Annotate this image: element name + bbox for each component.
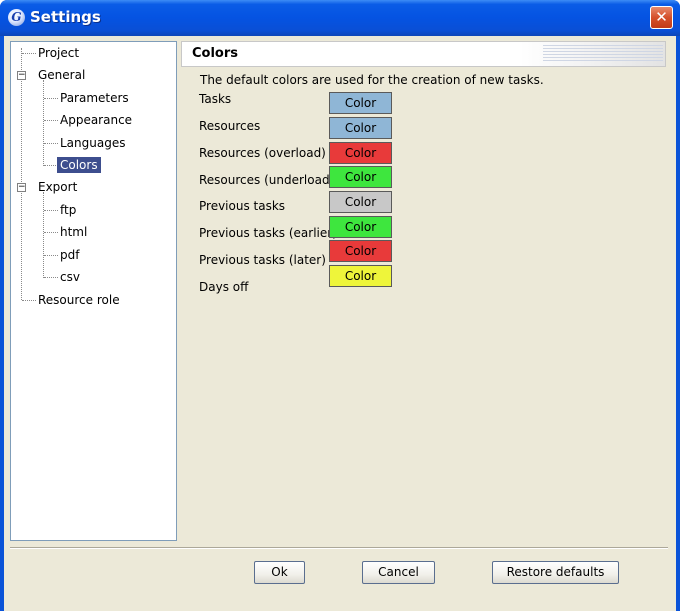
color-button-tasks[interactable]: Color: [329, 92, 392, 114]
tree-item-general[interactable]: General: [38, 66, 85, 84]
tree-line-general: [43, 80, 44, 166]
collapse-export-icon[interactable]: −: [17, 183, 26, 192]
app-icon: G: [8, 9, 25, 26]
tree-item-parameters[interactable]: Parameters: [60, 89, 129, 107]
tree-item-csv[interactable]: csv: [60, 268, 80, 286]
panel-header: Colors: [181, 41, 666, 67]
tree-line: [44, 120, 58, 121]
tree-item-colors[interactable]: Colors: [57, 156, 101, 174]
tree-line: [22, 300, 36, 301]
panel-title: Colors: [192, 46, 239, 61]
colors-panel: Colors The default colors are used for t…: [181, 41, 666, 541]
tree-line: [44, 255, 58, 256]
tree-item-export[interactable]: Export: [38, 178, 77, 196]
tree-line: [44, 210, 58, 211]
title-bar[interactable]: G Settings ✕: [0, 0, 680, 36]
color-button-previous-tasks-later[interactable]: Color: [329, 240, 392, 262]
color-label-resources-underload: Resources (underload): [199, 173, 335, 187]
color-button-resources[interactable]: Color: [329, 117, 392, 139]
tree-item-languages[interactable]: Languages: [60, 134, 125, 152]
header-decoration: [543, 45, 663, 63]
tree-item-appearance[interactable]: Appearance: [60, 111, 132, 129]
tree-line: [44, 143, 58, 144]
tree-line: [44, 232, 58, 233]
tree-line: [22, 53, 36, 54]
color-label-days-off: Days off: [199, 280, 249, 294]
tree-line: [44, 98, 58, 99]
button-bar-separator: [10, 547, 668, 549]
cancel-button[interactable]: Cancel: [362, 561, 435, 584]
tree-line-root: [21, 48, 22, 300]
color-button-resources-underload[interactable]: Color: [329, 166, 392, 188]
tree-item-label: html: [60, 225, 88, 239]
tree-item-html[interactable]: html: [60, 223, 87, 241]
tree-item-pdf[interactable]: pdf: [60, 246, 79, 264]
close-button[interactable]: ✕: [650, 6, 673, 29]
color-button-previous-tasks-earlier[interactable]: Color: [329, 216, 392, 238]
tree-item-label: Parameters: [60, 91, 129, 105]
tree-line: [44, 165, 58, 166]
tree-item-label: Appearance: [60, 113, 133, 127]
panel-description: The default colors are used for the crea…: [200, 73, 544, 87]
tree-line: [44, 277, 58, 278]
tree-item-label: ftp: [60, 203, 77, 217]
tree-item-label: csv: [60, 270, 80, 284]
restore-defaults-button[interactable]: Restore defaults: [492, 561, 619, 584]
color-label-previous-tasks-later: Previous tasks (later): [199, 253, 326, 267]
color-button-previous-tasks[interactable]: Color: [329, 191, 392, 213]
tree-item-label: Colors: [57, 157, 101, 173]
color-label-resources-overload: Resources (overload): [199, 146, 326, 160]
ok-button[interactable]: Ok: [254, 561, 305, 584]
settings-window: G Settings ✕ − − Project General Paramet…: [0, 0, 680, 611]
tree-item-project[interactable]: Project: [38, 44, 79, 62]
color-button-days-off[interactable]: Color: [329, 265, 392, 287]
tree-item-label: Languages: [60, 136, 126, 150]
color-button-resources-overload[interactable]: Color: [329, 142, 392, 164]
color-label-previous-tasks: Previous tasks: [199, 199, 286, 213]
color-label-previous-tasks-earlier: Previous tasks (earlier): [199, 226, 337, 240]
tree-item-resource-role[interactable]: Resource role: [38, 291, 120, 309]
tree-line-export: [43, 192, 44, 278]
settings-tree[interactable]: − − Project General Parameters Appearanc…: [10, 41, 177, 541]
dialog-body: − − Project General Parameters Appearanc…: [4, 36, 676, 611]
tree-item-ftp[interactable]: ftp: [60, 201, 76, 219]
window-title: Settings: [30, 8, 101, 26]
tree-item-label: General: [38, 68, 86, 82]
tree-item-label: Resource role: [38, 293, 120, 307]
color-label-resources: Resources: [199, 119, 261, 133]
tree-item-label: Project: [38, 46, 80, 60]
tree-item-label: Export: [38, 180, 78, 194]
collapse-general-icon[interactable]: −: [17, 71, 26, 80]
color-label-tasks: Tasks: [199, 92, 232, 106]
tree-item-label: pdf: [60, 248, 80, 262]
